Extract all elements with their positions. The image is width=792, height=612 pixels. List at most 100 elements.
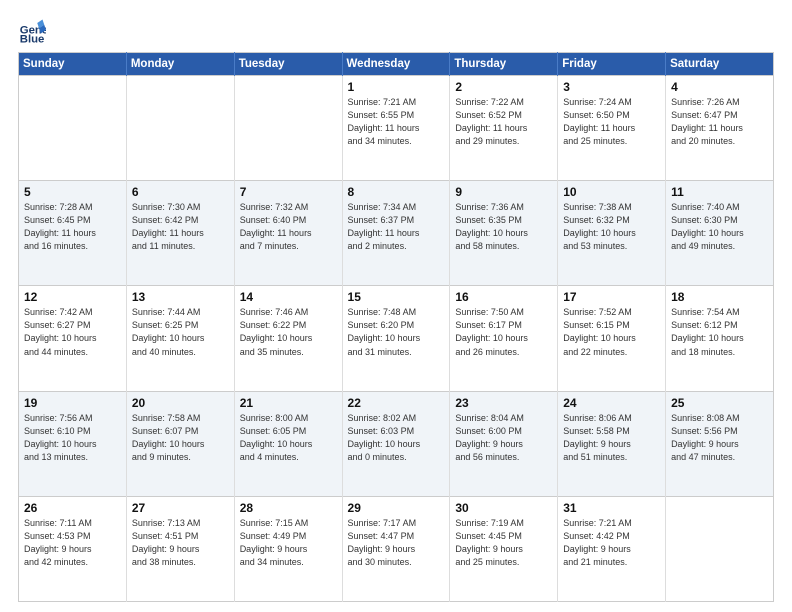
day-cell: 20 Sunrise: 7:58 AMSunset: 6:07 PMDayligh…: [126, 391, 234, 496]
day-number: 9: [455, 185, 552, 199]
day-number: 8: [348, 185, 445, 199]
day-detail: Sunrise: 7:11 AMSunset: 4:53 PMDaylight:…: [24, 517, 121, 569]
day-cell: 5Sunrise: 7:28 AMSunset: 6:45 PMDaylight…: [19, 181, 127, 286]
day-cell: 14 Sunrise: 7:46 AMSunset: 6:22 PMDayligh…: [234, 286, 342, 391]
day-cell: 27 Sunrise: 7:13 AMSunset: 4:51 PMDayligh…: [126, 496, 234, 601]
week-row-3: 12Sunrise: 7:42 AMSunset: 6:27 PMDayligh…: [19, 286, 774, 391]
calendar-body: 1 Sunrise: 7:21 AMSunset: 6:55 PMDaylight…: [19, 76, 774, 602]
day-number: 26: [24, 501, 121, 515]
day-number: 30: [455, 501, 552, 515]
week-row-4: 19 Sunrise: 7:56 AMSunset: 6:10 PMDayligh…: [19, 391, 774, 496]
day-cell: [126, 76, 234, 181]
day-detail: Sunrise: 7:13 AMSunset: 4:51 PMDaylight:…: [132, 517, 229, 569]
day-number: 7: [240, 185, 337, 199]
day-detail: Sunrise: 7:46 AMSunset: 6:22 PMDaylight:…: [240, 306, 337, 358]
day-cell: 28 Sunrise: 7:15 AMSunset: 4:49 PMDayligh…: [234, 496, 342, 601]
day-cell: 31 Sunrise: 7:21 AMSunset: 4:42 PMDayligh…: [558, 496, 666, 601]
day-cell: 29 Sunrise: 7:17 AMSunset: 4:47 PMDayligh…: [342, 496, 450, 601]
day-number: 23: [455, 396, 552, 410]
day-number: 31: [563, 501, 660, 515]
day-number: 21: [240, 396, 337, 410]
calendar-header: SundayMondayTuesdayWednesdayThursdayFrid…: [19, 53, 774, 76]
day-cell: 26 Sunrise: 7:11 AMSunset: 4:53 PMDayligh…: [19, 496, 127, 601]
header-day-friday: Friday: [558, 53, 666, 76]
day-number: 4: [671, 80, 768, 94]
day-number: 1: [348, 80, 445, 94]
day-detail: Sunrise: 7:30 AMSunset: 6:42 PMDaylight:…: [132, 201, 229, 253]
day-detail: Sunrise: 7:44 AMSunset: 6:25 PMDaylight:…: [132, 306, 229, 358]
day-number: 20: [132, 396, 229, 410]
day-number: 17: [563, 290, 660, 304]
day-detail: Sunrise: 7:48 AMSunset: 6:20 PMDaylight:…: [348, 306, 445, 358]
header: General Blue: [18, 16, 774, 44]
day-cell: [19, 76, 127, 181]
day-cell: 8 Sunrise: 7:34 AMSunset: 6:37 PMDaylight…: [342, 181, 450, 286]
header-day-thursday: Thursday: [450, 53, 558, 76]
day-detail: Sunrise: 7:19 AMSunset: 4:45 PMDaylight:…: [455, 517, 552, 569]
page: General Blue SundayMondayTuesdayWednesda…: [0, 0, 792, 612]
day-detail: Sunrise: 8:06 AMSunset: 5:58 PMDaylight:…: [563, 412, 660, 464]
day-number: 14: [240, 290, 337, 304]
day-cell: 22 Sunrise: 8:02 AMSunset: 6:03 PMDayligh…: [342, 391, 450, 496]
day-cell: 19 Sunrise: 7:56 AMSunset: 6:10 PMDayligh…: [19, 391, 127, 496]
day-cell: 23 Sunrise: 8:04 AMSunset: 6:00 PMDayligh…: [450, 391, 558, 496]
day-cell: 24Sunrise: 8:06 AMSunset: 5:58 PMDayligh…: [558, 391, 666, 496]
day-detail: Sunrise: 8:00 AMSunset: 6:05 PMDaylight:…: [240, 412, 337, 464]
day-cell: 10 Sunrise: 7:38 AMSunset: 6:32 PMDayligh…: [558, 181, 666, 286]
day-detail: Sunrise: 7:28 AMSunset: 6:45 PMDaylight:…: [24, 201, 121, 253]
day-cell: 12Sunrise: 7:42 AMSunset: 6:27 PMDayligh…: [19, 286, 127, 391]
day-cell: 30 Sunrise: 7:19 AMSunset: 4:45 PMDayligh…: [450, 496, 558, 601]
day-number: 27: [132, 501, 229, 515]
day-cell: 16 Sunrise: 7:50 AMSunset: 6:17 PMDayligh…: [450, 286, 558, 391]
day-number: 11: [671, 185, 768, 199]
day-number: 12: [24, 290, 121, 304]
header-day-wednesday: Wednesday: [342, 53, 450, 76]
day-detail: Sunrise: 7:40 AMSunset: 6:30 PMDaylight:…: [671, 201, 768, 253]
day-number: 29: [348, 501, 445, 515]
day-cell: 1 Sunrise: 7:21 AMSunset: 6:55 PMDaylight…: [342, 76, 450, 181]
day-number: 22: [348, 396, 445, 410]
week-row-1: 1 Sunrise: 7:21 AMSunset: 6:55 PMDaylight…: [19, 76, 774, 181]
day-cell: 13Sunrise: 7:44 AMSunset: 6:25 PMDayligh…: [126, 286, 234, 391]
header-day-monday: Monday: [126, 53, 234, 76]
day-detail: Sunrise: 7:34 AMSunset: 6:37 PMDaylight:…: [348, 201, 445, 253]
day-number: 16: [455, 290, 552, 304]
day-detail: Sunrise: 7:21 AMSunset: 6:55 PMDaylight:…: [348, 96, 445, 148]
day-cell: 25Sunrise: 8:08 AMSunset: 5:56 PMDayligh…: [666, 391, 774, 496]
day-number: 2: [455, 80, 552, 94]
day-detail: Sunrise: 8:02 AMSunset: 6:03 PMDaylight:…: [348, 412, 445, 464]
day-number: 3: [563, 80, 660, 94]
header-day-tuesday: Tuesday: [234, 53, 342, 76]
day-cell: 2 Sunrise: 7:22 AMSunset: 6:52 PMDaylight…: [450, 76, 558, 181]
day-number: 28: [240, 501, 337, 515]
day-detail: Sunrise: 7:36 AMSunset: 6:35 PMDaylight:…: [455, 201, 552, 253]
day-cell: 4 Sunrise: 7:26 AMSunset: 6:47 PMDaylight…: [666, 76, 774, 181]
day-cell: 17Sunrise: 7:52 AMSunset: 6:15 PMDayligh…: [558, 286, 666, 391]
day-number: 15: [348, 290, 445, 304]
day-detail: Sunrise: 8:04 AMSunset: 6:00 PMDaylight:…: [455, 412, 552, 464]
day-detail: Sunrise: 7:17 AMSunset: 4:47 PMDaylight:…: [348, 517, 445, 569]
day-cell: 18Sunrise: 7:54 AMSunset: 6:12 PMDayligh…: [666, 286, 774, 391]
day-detail: Sunrise: 7:54 AMSunset: 6:12 PMDaylight:…: [671, 306, 768, 358]
day-number: 19: [24, 396, 121, 410]
svg-text:Blue: Blue: [20, 33, 45, 44]
day-detail: Sunrise: 7:26 AMSunset: 6:47 PMDaylight:…: [671, 96, 768, 148]
day-detail: Sunrise: 7:50 AMSunset: 6:17 PMDaylight:…: [455, 306, 552, 358]
logo-icon: General Blue: [18, 16, 46, 44]
day-number: 6: [132, 185, 229, 199]
day-detail: Sunrise: 7:22 AMSunset: 6:52 PMDaylight:…: [455, 96, 552, 148]
day-detail: Sunrise: 7:58 AMSunset: 6:07 PMDaylight:…: [132, 412, 229, 464]
header-day-sunday: Sunday: [19, 53, 127, 76]
logo: General Blue: [18, 16, 50, 44]
day-detail: Sunrise: 7:56 AMSunset: 6:10 PMDaylight:…: [24, 412, 121, 464]
day-cell: 21 Sunrise: 8:00 AMSunset: 6:05 PMDayligh…: [234, 391, 342, 496]
day-detail: Sunrise: 7:15 AMSunset: 4:49 PMDaylight:…: [240, 517, 337, 569]
day-cell: 9 Sunrise: 7:36 AMSunset: 6:35 PMDaylight…: [450, 181, 558, 286]
day-cell: 7Sunrise: 7:32 AMSunset: 6:40 PMDaylight…: [234, 181, 342, 286]
day-number: 10: [563, 185, 660, 199]
day-detail: Sunrise: 8:08 AMSunset: 5:56 PMDaylight:…: [671, 412, 768, 464]
day-detail: Sunrise: 7:21 AMSunset: 4:42 PMDaylight:…: [563, 517, 660, 569]
header-row: SundayMondayTuesdayWednesdayThursdayFrid…: [19, 53, 774, 76]
day-cell: 11 Sunrise: 7:40 AMSunset: 6:30 PMDayligh…: [666, 181, 774, 286]
day-detail: Sunrise: 7:38 AMSunset: 6:32 PMDaylight:…: [563, 201, 660, 253]
